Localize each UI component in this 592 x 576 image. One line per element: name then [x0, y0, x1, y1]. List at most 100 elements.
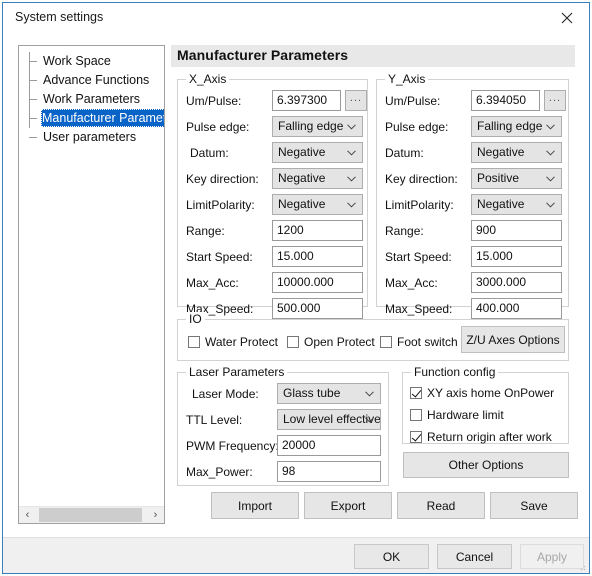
- y-max-acc-input[interactable]: 3000.000: [471, 272, 562, 293]
- max-power-input[interactable]: 98: [277, 461, 381, 482]
- sidebar-item-work-parameters[interactable]: Work Parameters: [19, 90, 164, 109]
- x-limit-polarity-value: Negative: [278, 197, 326, 211]
- sidebar-item-label: Work Parameters: [43, 92, 141, 106]
- chevron-down-icon: [546, 169, 555, 188]
- y-um-pulse-input[interactable]: 6.394050: [471, 90, 540, 111]
- x-key-direction-select[interactable]: Negative: [272, 168, 363, 189]
- other-options-button[interactable]: Other Options: [403, 452, 569, 478]
- y-pulse-edge-select[interactable]: Falling edge: [471, 116, 562, 137]
- xy-axis-home-onpower-label: XY axis home OnPower: [427, 386, 555, 400]
- ok-button[interactable]: OK: [354, 544, 429, 569]
- y-datum-value: Negative: [477, 145, 525, 159]
- x-max-acc-input[interactable]: 10000.000: [272, 272, 363, 293]
- function-config-group-title: Function config: [411, 365, 499, 379]
- y-start-speed-input[interactable]: 15.000: [471, 246, 562, 267]
- y-um-pulse-browse-button[interactable]: ...: [544, 90, 566, 111]
- function-config-group: Function config XY axis home OnPower Har…: [402, 365, 569, 445]
- hardware-limit-checkbox[interactable]: Hardware limit: [410, 407, 504, 423]
- scrollbar-thumb[interactable]: [39, 508, 142, 522]
- return-origin-after-work-checkbox[interactable]: Return origin after work: [410, 429, 552, 445]
- chevron-down-icon: [546, 117, 555, 136]
- y-key-direction-select[interactable]: Positive: [471, 168, 562, 189]
- x-datum-select[interactable]: Negative: [272, 142, 363, 163]
- hardware-limit-label: Hardware limit: [427, 408, 504, 422]
- checkbox-icon: [410, 409, 422, 421]
- scroll-right-arrow-icon[interactable]: ›: [147, 507, 164, 523]
- settings-tree-panel: Work Space Advance Functions Work Parame…: [18, 45, 165, 524]
- system-settings-dialog: System settings Work Space Advance Funct…: [2, 2, 590, 574]
- y-max-speed-input[interactable]: 400.000: [471, 298, 562, 319]
- x-pulse-edge-select[interactable]: Falling edge: [272, 116, 363, 137]
- dialog-footer: OK Cancel Apply: [3, 537, 589, 573]
- save-button[interactable]: Save: [490, 492, 578, 519]
- chevron-down-icon: [347, 117, 356, 136]
- x-range-input[interactable]: 1200: [272, 220, 363, 241]
- sidebar-item-advance-functions[interactable]: Advance Functions: [19, 71, 164, 90]
- sidebar-item-label: Work Space: [43, 54, 111, 68]
- chevron-down-icon: [347, 143, 356, 162]
- laser-mode-value: Glass tube: [283, 386, 341, 400]
- import-button[interactable]: Import: [211, 492, 299, 519]
- x-max-acc-label: Max_Acc:: [186, 276, 239, 290]
- x-axis-group-title: X_Axis: [186, 72, 230, 86]
- close-icon: [561, 12, 573, 23]
- ttl-level-select[interactable]: Low level effective: [277, 409, 381, 430]
- y-limit-polarity-label: LimitPolarity:: [385, 198, 454, 212]
- pwm-frequency-input[interactable]: 20000: [277, 435, 381, 456]
- y-limit-polarity-value: Negative: [477, 197, 525, 211]
- max-power-label: Max_Power:: [186, 465, 253, 479]
- y-datum-select[interactable]: Negative: [471, 142, 562, 163]
- scroll-left-arrow-icon[interactable]: ‹: [19, 507, 36, 523]
- laser-parameters-group-title: Laser Parameters: [186, 365, 288, 379]
- tree-horizontal-scrollbar[interactable]: ‹ ›: [19, 506, 164, 523]
- sidebar-item-label: Manufacturer Paramet: [41, 109, 164, 127]
- water-protect-checkbox[interactable]: Water Protect: [188, 334, 278, 350]
- cancel-button[interactable]: Cancel: [437, 544, 512, 569]
- sidebar-item-manufacturer-parameters[interactable]: Manufacturer Paramet: [19, 109, 164, 128]
- zu-axes-options-button[interactable]: Z/U Axes Options: [461, 326, 565, 353]
- x-limit-polarity-label: LimitPolarity:: [186, 198, 255, 212]
- sidebar-item-label: User parameters: [43, 130, 137, 144]
- laser-mode-select[interactable]: Glass tube: [277, 383, 381, 404]
- y-pulse-edge-value: Falling edge: [477, 119, 543, 133]
- x-max-speed-input[interactable]: 500.000: [272, 298, 363, 319]
- x-um-pulse-browse-button[interactable]: ...: [345, 90, 367, 111]
- x-key-direction-label: Key direction:: [186, 172, 259, 186]
- x-start-speed-label: Start Speed:: [186, 250, 253, 264]
- x-um-pulse-label: Um/Pulse:: [186, 94, 242, 108]
- x-limit-polarity-select[interactable]: Negative: [272, 194, 363, 215]
- tree-dash: [29, 80, 37, 81]
- sidebar-item-work-space[interactable]: Work Space: [19, 52, 164, 71]
- chevron-down-icon: [365, 384, 374, 403]
- chevron-down-icon: [546, 195, 555, 214]
- ttl-level-label: TTL Level:: [186, 413, 243, 427]
- resize-grip-icon[interactable]: [576, 561, 586, 571]
- y-um-pulse-label: Um/Pulse:: [385, 94, 441, 108]
- x-start-speed-input[interactable]: 15.000: [272, 246, 363, 267]
- y-axis-group: Y_Axis Um/Pulse: Pulse edge: Datum: Key …: [376, 72, 569, 319]
- y-range-label: Range:: [385, 224, 424, 238]
- xy-axis-home-onpower-checkbox[interactable]: XY axis home OnPower: [410, 385, 554, 401]
- y-key-direction-value: Positive: [477, 171, 520, 185]
- y-axis-group-title: Y_Axis: [385, 72, 429, 86]
- foot-switch-checkbox[interactable]: Foot switch: [380, 334, 458, 350]
- checkbox-icon: [188, 336, 200, 348]
- open-protect-checkbox[interactable]: Open Protect: [287, 334, 375, 350]
- x-datum-label: Datum:: [190, 146, 229, 160]
- foot-switch-label: Foot switch: [397, 335, 458, 349]
- sidebar-item-user-parameters[interactable]: User parameters: [19, 128, 164, 147]
- y-limit-polarity-select[interactable]: Negative: [471, 194, 562, 215]
- x-range-label: Range:: [186, 224, 225, 238]
- open-protect-label: Open Protect: [304, 335, 375, 349]
- x-um-pulse-input[interactable]: 6.397300: [272, 90, 341, 111]
- io-group-title: IO: [186, 312, 205, 326]
- read-button[interactable]: Read: [397, 492, 485, 519]
- y-range-input[interactable]: 900: [471, 220, 562, 241]
- apply-button: Apply: [520, 544, 584, 569]
- x-datum-value: Negative: [278, 145, 326, 159]
- export-button[interactable]: Export: [304, 492, 392, 519]
- laser-mode-label: Laser Mode:: [192, 387, 259, 401]
- close-button[interactable]: [545, 3, 589, 32]
- x-pulse-edge-label: Pulse edge:: [186, 120, 250, 134]
- chevron-down-icon: [546, 143, 555, 162]
